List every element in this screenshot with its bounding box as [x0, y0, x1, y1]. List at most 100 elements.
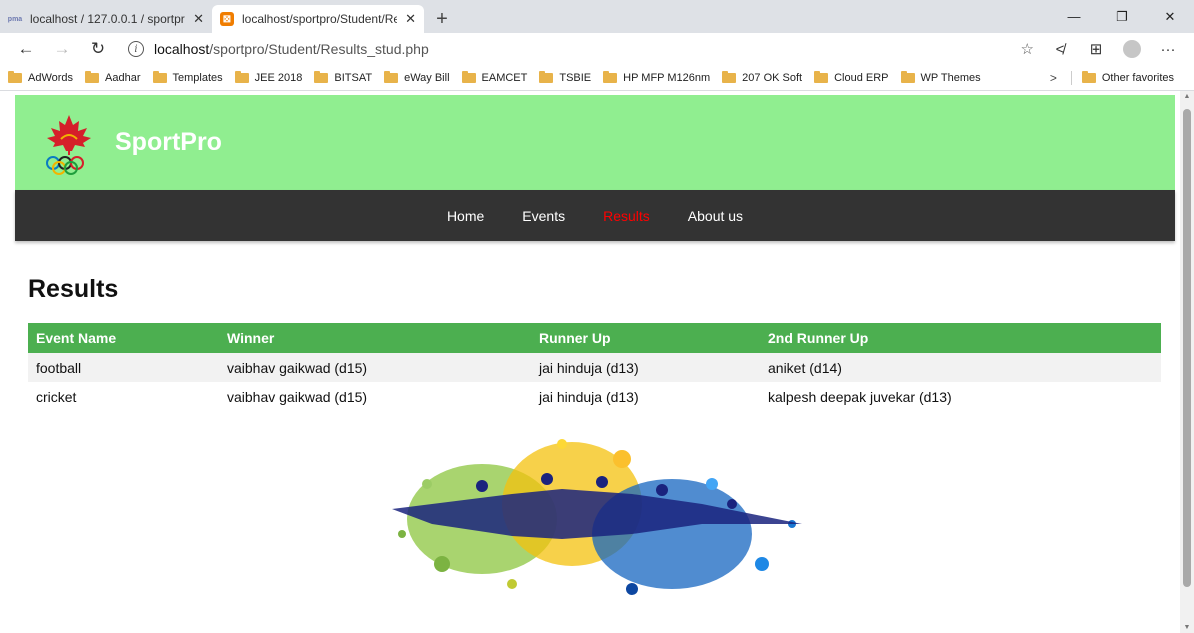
site-brand[interactable]: SportPro: [115, 128, 222, 157]
bookmark-label: eWay Bill: [404, 71, 450, 84]
tab-title: localhost / 127.0.0.1 / sportpro /: [30, 12, 186, 26]
bookmark-label: WP Themes: [920, 71, 981, 84]
address-bar: ← → ↻ i localhost/sportpro/Student/Resul…: [0, 33, 1194, 65]
bookmark-label: AdWords: [28, 71, 74, 84]
scrollbar-thumb[interactable]: [1183, 109, 1191, 587]
folder-icon: [461, 70, 476, 83]
profile-avatar[interactable]: [1114, 35, 1150, 63]
nav-about-link[interactable]: About us: [688, 208, 743, 224]
bookmark-label: JEE 2018: [254, 71, 303, 84]
bookmarks-overflow: > Other favorites: [1050, 65, 1186, 91]
folder-icon: [1081, 71, 1096, 83]
folder-icon: [234, 70, 249, 83]
url-host: localhost: [154, 41, 210, 57]
bookmark-label: EAMCET: [481, 71, 528, 84]
bookmark-tsbie[interactable]: TSBIE: [539, 70, 592, 84]
url-text: localhost/sportpro/Student/Results_stud.…: [154, 41, 429, 57]
bookmark-adwords[interactable]: AdWords: [8, 70, 74, 84]
column-header-event-name: Event Name: [28, 323, 219, 353]
cell-winner: vaibhav gaikwad (d15): [219, 353, 531, 382]
url-field[interactable]: i localhost/sportpro/Student/Results_stu…: [120, 35, 1042, 63]
scroll-down-icon[interactable]: ▼: [1180, 624, 1194, 631]
folder-icon: [603, 70, 618, 83]
bookmarks-bar: AdWords Aadhar Templates JEE 2018 BITSAT…: [0, 65, 1194, 91]
nav-events-link[interactable]: Events: [522, 208, 565, 224]
bookmark-label: Cloud ERP: [834, 71, 889, 84]
xampp-icon: ⊠: [220, 12, 234, 26]
close-window-button[interactable]: ✕: [1146, 0, 1194, 33]
folder-icon: [814, 70, 829, 83]
bookmark-jee-2018[interactable]: JEE 2018: [234, 70, 303, 84]
nav-home-link[interactable]: Home: [447, 208, 484, 224]
page-scrollbar[interactable]: ▲ ▼: [1180, 91, 1194, 633]
cell-winner: vaibhav gaikwad (d15): [227, 388, 368, 405]
table-row: football vaibhav gaikwad (d15) jai hindu…: [28, 353, 1161, 382]
folder-icon: [8, 70, 22, 83]
bookmark-other-favorites[interactable]: Other favorites: [1081, 71, 1174, 84]
folder-icon: [314, 70, 329, 83]
back-button[interactable]: ←: [8, 35, 44, 63]
maple-leaf-olympic-logo: [39, 111, 99, 175]
page-title: Results: [28, 275, 119, 303]
folder-icon: [539, 70, 554, 83]
column-header-runner-up: Runner Up: [531, 323, 760, 353]
chevron-right-icon[interactable]: >: [1050, 71, 1057, 85]
divider: [1070, 71, 1072, 85]
nav-results-link[interactable]: Results: [603, 208, 650, 224]
close-tab-icon[interactable]: ✕: [405, 11, 416, 27]
site-nav: Home Events Results About us: [15, 190, 1175, 241]
bookmark-eamcet[interactable]: EAMCET: [461, 70, 528, 84]
tab-results[interactable]: ⊠ localhost/sportpro/Student/Resu ✕: [212, 5, 424, 33]
bookmark-label: HP MFP M126nm: [623, 71, 711, 84]
refresh-button[interactable]: ↻: [80, 35, 116, 63]
table-row: cricket vaibhav gaikwad (d15) jai hinduj…: [28, 382, 1161, 411]
bookmark-bitsat[interactable]: BITSAT: [314, 70, 373, 84]
bookmark-label: 207 OK Soft: [742, 71, 803, 84]
cell-2nd-runner-up: kalpesh deepak juvekar (d13): [768, 388, 952, 405]
scroll-up-icon[interactable]: ▲: [1180, 93, 1194, 100]
site-info-icon[interactable]: i: [128, 41, 144, 57]
collections-icon[interactable]: ⊞: [1078, 35, 1114, 63]
cell-event-name: football: [28, 353, 219, 382]
tab-title: localhost/sportpro/Student/Resu: [242, 12, 398, 26]
url-path: /sportpro/Student/Results_stud.php: [209, 41, 429, 57]
bookmark-label: BITSAT: [334, 71, 373, 84]
cell-2nd-runner-up: aniket (d14): [760, 353, 1161, 382]
tab-phpmyadmin[interactable]: pma localhost / 127.0.0.1 / sportpro / ✕: [0, 5, 212, 33]
cell-runner-up: jai hinduja (d13): [531, 353, 760, 382]
bookmark-eway-bill[interactable]: eWay Bill: [384, 70, 450, 84]
folder-icon: [85, 70, 100, 83]
minimize-button[interactable]: —: [1050, 0, 1098, 33]
cell-event-name: cricket: [36, 388, 77, 405]
results-table: Event Name Winner Runner Up 2nd Runner U…: [28, 323, 1161, 411]
column-header-2nd-runner-up: 2nd Runner Up: [760, 323, 1161, 353]
forward-button[interactable]: →: [44, 35, 80, 63]
column-header-winner: Winner: [219, 323, 531, 353]
bookmark-wp-themes[interactable]: WP Themes: [900, 70, 981, 84]
bookmark-cloud-erp[interactable]: Cloud ERP: [814, 70, 889, 84]
page-viewport: SportPro Home Events Results About us Re…: [0, 91, 1194, 633]
favorite-star-icon[interactable]: ☆: [1021, 40, 1034, 58]
folder-icon: [900, 70, 915, 83]
tab-strip: pma localhost / 127.0.0.1 / sportpro / ✕…: [0, 0, 1194, 33]
bookmark-aadhar[interactable]: Aadhar: [85, 70, 141, 84]
avatar: [1123, 40, 1141, 58]
bookmark-label: TSBIE: [559, 71, 592, 84]
more-menu-icon[interactable]: ···: [1150, 35, 1186, 63]
favorites-list-icon[interactable]: ≮: [1042, 35, 1078, 63]
phpmyadmin-icon: pma: [7, 15, 23, 23]
window-controls: — ❐ ✕: [1050, 0, 1194, 33]
restore-button[interactable]: ❐: [1098, 0, 1146, 33]
table-header-row: Event Name Winner Runner Up 2nd Runner U…: [28, 323, 1161, 353]
bookmark-label: Other favorites: [1101, 72, 1174, 84]
sports-splash-image: [372, 424, 816, 609]
folder-icon: [384, 70, 399, 83]
folder-icon: [722, 70, 737, 83]
new-tab-button[interactable]: +: [430, 5, 454, 33]
bookmark-207-ok-soft[interactable]: 207 OK Soft: [722, 70, 803, 84]
bookmark-templates[interactable]: Templates: [152, 70, 223, 84]
bookmark-hp-mfp[interactable]: HP MFP M126nm: [603, 70, 711, 84]
site-header: SportPro: [15, 95, 1175, 190]
bookmark-label: Templates: [172, 71, 223, 84]
close-tab-icon[interactable]: ✕: [193, 11, 204, 27]
